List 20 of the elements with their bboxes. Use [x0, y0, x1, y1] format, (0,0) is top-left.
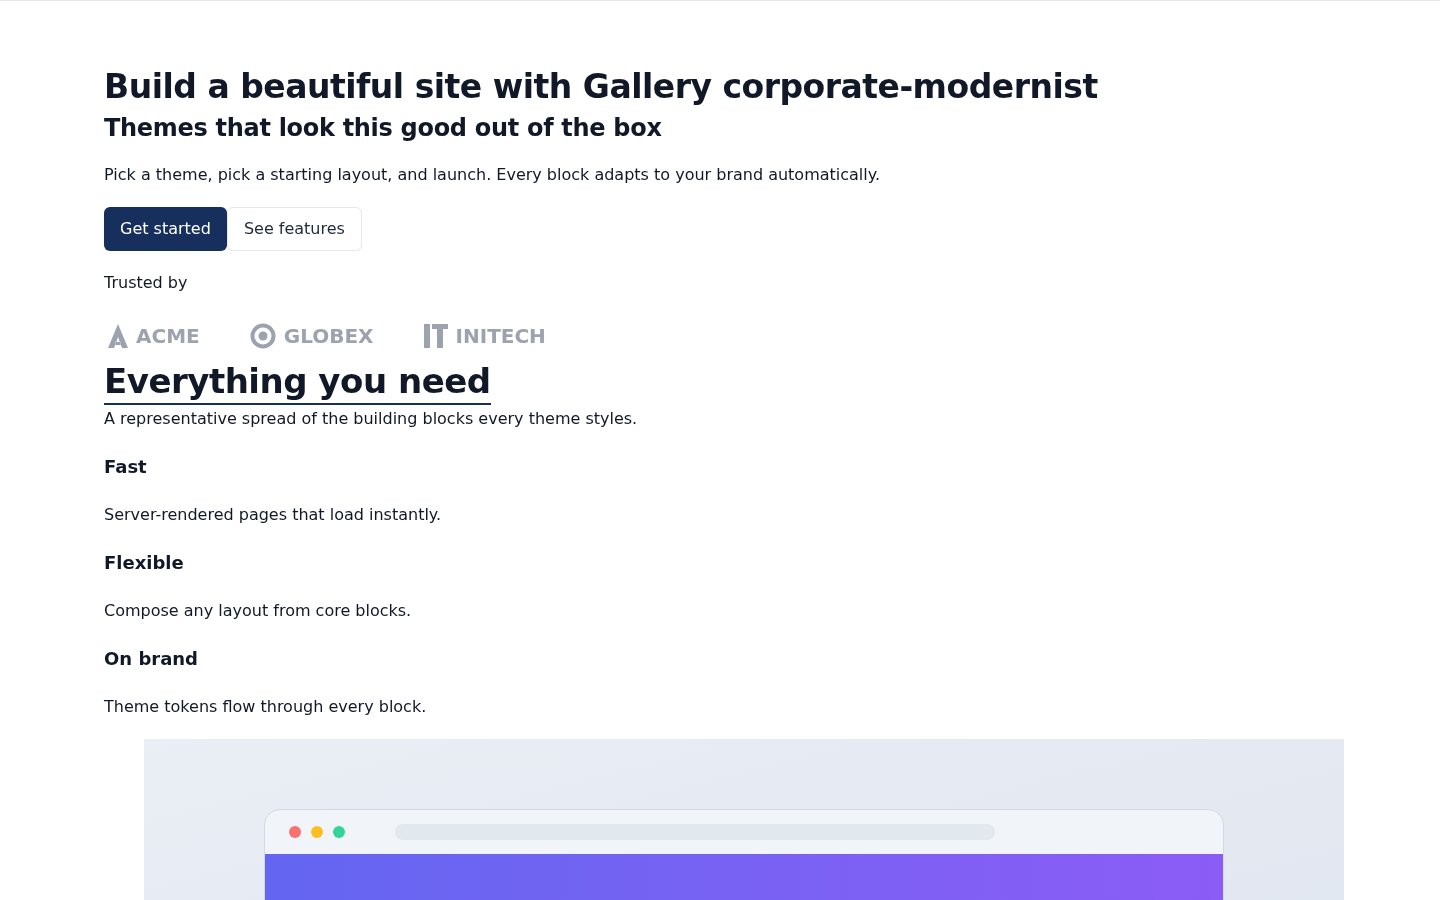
feature-title: Flexible — [104, 551, 184, 575]
company-logo-name: GLOBEX — [283, 323, 374, 350]
feature-text: Theme tokens flow through every block. — [104, 696, 427, 718]
triangle-logo-icon — [108, 324, 128, 348]
lead-text: Pick a theme, pick a starting layout, and launch. Every block adapts to your brand automatically. — [104, 164, 881, 186]
section-intro: A representative spread of the building blocks every theme styles. — [104, 408, 638, 430]
page-title: Build a beautiful site with Gallery corporate-modernist — [104, 66, 1098, 108]
page-subtitle: Themes that look this good out of the box — [104, 113, 662, 143]
bars-logo-icon — [423, 324, 448, 348]
get-started-button[interactable]: Get started — [104, 207, 227, 251]
company-logo-name: INITECH — [455, 323, 546, 350]
feature-text: Compose any layout from core blocks. — [104, 600, 412, 622]
features-button[interactable]: See features — [226, 207, 362, 251]
section-title: Everything you need — [104, 359, 491, 405]
trusted-label: Trusted by — [104, 272, 188, 294]
feature-text: Server-rendered pages that load instantly. — [104, 504, 442, 526]
company-logo-name: ACME — [136, 323, 200, 350]
target-logo-icon — [249, 323, 276, 349]
feature-title: Fast — [104, 455, 147, 479]
feature-title: On brand — [104, 647, 198, 671]
